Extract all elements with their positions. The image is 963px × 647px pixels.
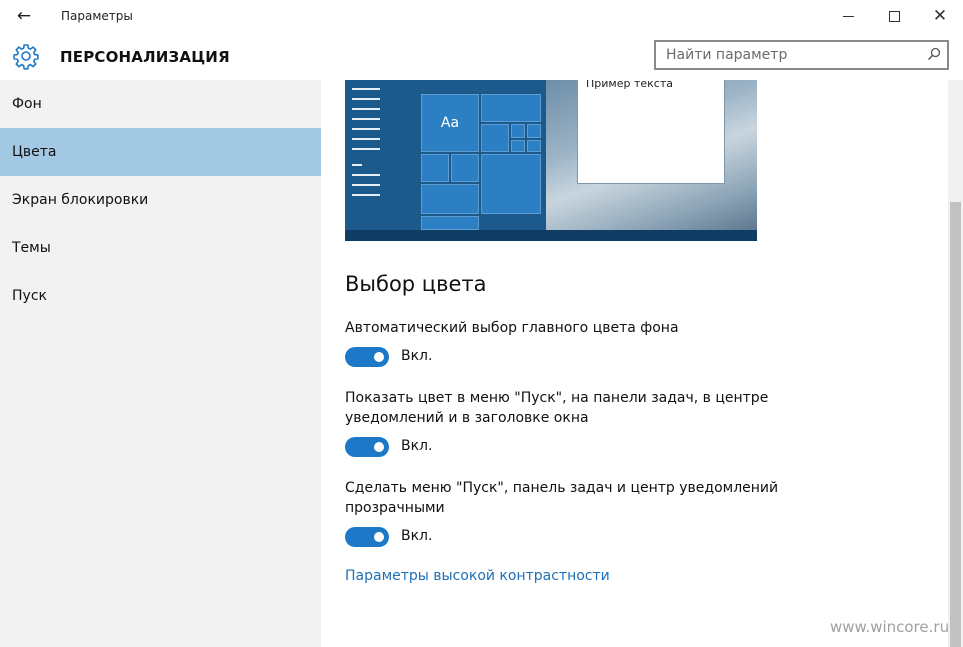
preview-tile: [481, 154, 541, 214]
preview-tile: [481, 94, 541, 122]
sidebar-item-themes[interactable]: Темы: [0, 224, 321, 272]
watermark-text: www.wincore.ru: [830, 618, 950, 636]
preview-sample-text: Пример текста: [586, 80, 673, 90]
title-bar: ← Параметры ✕: [0, 0, 963, 32]
preview-tile: [511, 124, 525, 138]
close-button[interactable]: ✕: [917, 0, 963, 32]
toggle-show-color[interactable]: [345, 437, 389, 457]
page-title: ПЕРСОНАЛИЗАЦИЯ: [60, 48, 230, 66]
content-pane: Aa Пример текста Выбор цвета Автоматичес…: [321, 80, 948, 647]
scrollbar-thumb[interactable]: [950, 202, 961, 647]
search-icon[interactable]: [927, 47, 941, 61]
toggle-knob: [374, 352, 384, 362]
preview-menu-line: [352, 118, 380, 120]
preview-start-menu: Aa: [345, 80, 546, 230]
toggle-auto-accent[interactable]: [345, 347, 389, 367]
preview-menu-line: [352, 138, 380, 140]
color-preview: Aa Пример текста: [345, 80, 757, 241]
preview-tile: [527, 140, 541, 152]
close-icon: ✕: [932, 5, 948, 26]
minimize-icon: [842, 15, 854, 17]
setting-label-transparency: Сделать меню "Пуск", панель задач и цент…: [345, 480, 779, 516]
preview-menu-line: [352, 194, 380, 196]
preview-tile: [421, 154, 449, 182]
sidebar-item-background[interactable]: Фон: [0, 80, 321, 128]
sidebar-item-start[interactable]: Пуск: [0, 272, 321, 320]
page-header: ПЕРСОНАЛИЗАЦИЯ: [0, 32, 963, 80]
preview-tile: [421, 184, 479, 214]
sidebar-item-lock-screen[interactable]: Экран блокировки: [0, 176, 321, 224]
arrow-left-icon: ←: [16, 6, 32, 26]
high-contrast-link[interactable]: Параметры высокой контрастности: [345, 568, 610, 584]
sidebar: Фон Цвета Экран блокировки Темы Пуск: [0, 80, 321, 647]
preview-tile: [511, 140, 525, 152]
toggle-knob: [374, 532, 384, 542]
preview-menu-line: [352, 88, 380, 90]
setting-label-show-color: Показать цвет в меню "Пуск", на панели з…: [345, 390, 769, 426]
preview-menu-line: [352, 174, 380, 176]
preview-tile: [527, 124, 541, 138]
maximize-icon: [888, 10, 900, 22]
preview-tile: [421, 216, 479, 230]
preview-menu-line: [352, 128, 380, 130]
preview-menu-line: [352, 184, 380, 186]
back-button[interactable]: ←: [6, 0, 42, 32]
gear-icon: [13, 44, 39, 70]
toggle-transparency[interactable]: [345, 527, 389, 547]
preview-tile-text: Aa: [421, 94, 479, 152]
setting-label-auto-accent: Автоматический выбор главного цвета фона: [345, 320, 679, 336]
preview-menu-line: [352, 164, 362, 166]
sidebar-item-label: Темы: [12, 240, 51, 256]
preview-taskbar: [345, 230, 757, 241]
scrollbar[interactable]: [948, 80, 963, 647]
preview-menu-line: [352, 98, 380, 100]
preview-window: Пример текста: [577, 80, 725, 184]
toggle-state-text: Вкл.: [401, 348, 433, 364]
sidebar-item-label: Экран блокировки: [12, 192, 149, 208]
preview-menu-line: [352, 108, 380, 110]
section-heading: Выбор цвета: [345, 272, 487, 296]
toggle-state-text: Вкл.: [401, 438, 433, 454]
search-input[interactable]: [656, 42, 916, 68]
sidebar-item-label: Фон: [12, 96, 42, 112]
window-title: Параметры: [61, 9, 133, 23]
maximize-button[interactable]: [871, 0, 917, 32]
sidebar-item-label: Цвета: [12, 144, 57, 160]
preview-tile: [451, 154, 479, 182]
search-box[interactable]: [654, 40, 949, 70]
sidebar-item-label: Пуск: [12, 288, 47, 304]
preview-tile: [481, 124, 509, 152]
sidebar-item-colors[interactable]: Цвета: [0, 128, 321, 176]
toggle-knob: [374, 442, 384, 452]
preview-menu-line: [352, 148, 380, 150]
toggle-state-text: Вкл.: [401, 528, 433, 544]
minimize-button[interactable]: [825, 0, 871, 32]
